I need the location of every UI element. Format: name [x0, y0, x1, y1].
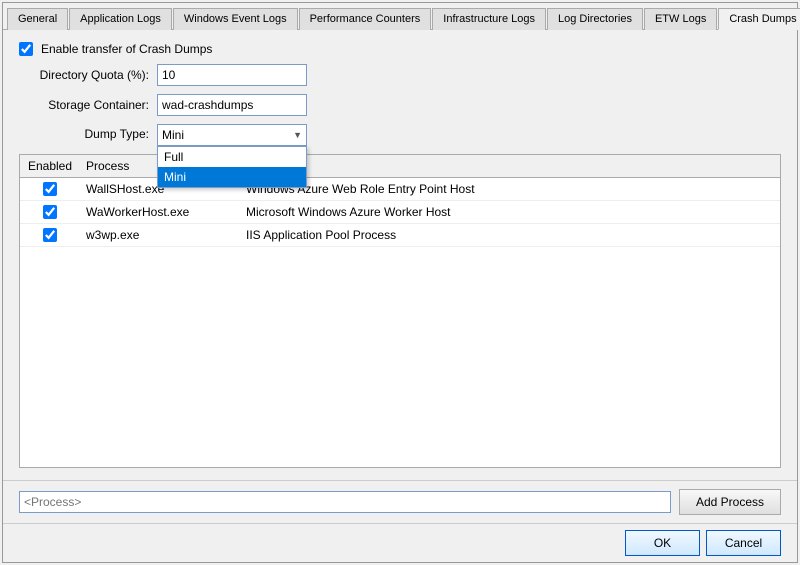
ok-button[interactable]: OK: [625, 530, 700, 556]
storage-container-row: Storage Container:: [19, 94, 781, 116]
row2-name-cell: Microsoft Windows Azure Worker Host: [240, 203, 780, 221]
tab-windows-event-logs[interactable]: Windows Event Logs: [173, 8, 298, 30]
table-row: w3wp.exe IIS Application Pool Process: [20, 224, 780, 247]
col-header-name: Name: [240, 157, 780, 175]
table-row: WallSHost.exe Windows Azure Web Role Ent…: [20, 178, 780, 201]
storage-container-label: Storage Container:: [19, 98, 149, 112]
table-header: Enabled Process Name: [20, 155, 780, 178]
row1-enabled-checkbox[interactable]: [43, 182, 57, 196]
add-process-button[interactable]: Add Process: [679, 489, 781, 515]
enable-label: Enable transfer of Crash Dumps: [41, 42, 212, 56]
cancel-button[interactable]: Cancel: [706, 530, 781, 556]
directory-quota-input[interactable]: [157, 64, 307, 86]
dialog: General Application Logs Windows Event L…: [2, 2, 798, 563]
footer: OK Cancel: [3, 523, 797, 562]
content-panel: Enable transfer of Crash Dumps Directory…: [3, 30, 797, 480]
tab-bar: General Application Logs Windows Event L…: [3, 3, 797, 30]
row3-name-cell: IIS Application Pool Process: [240, 226, 780, 244]
dump-type-select-wrapper: Mini ▼ Full Mini: [157, 124, 307, 146]
enable-row: Enable transfer of Crash Dumps: [19, 42, 781, 56]
process-input[interactable]: [19, 491, 671, 513]
row1-name-cell: Windows Azure Web Role Entry Point Host: [240, 180, 780, 198]
dump-type-dropdown: Full Mini: [157, 146, 307, 188]
row2-process-cell: WaWorkerHost.exe: [80, 203, 240, 221]
table-row: WaWorkerHost.exe Microsoft Windows Azure…: [20, 201, 780, 224]
tab-general[interactable]: General: [7, 8, 68, 30]
tab-performance-counters[interactable]: Performance Counters: [299, 8, 432, 30]
table-body: WallSHost.exe Windows Azure Web Role Ent…: [20, 178, 780, 467]
dropdown-item-mini[interactable]: Mini: [158, 167, 306, 187]
process-table: Enabled Process Name WallSHost.exe Windo…: [19, 154, 781, 468]
directory-quota-row: Directory Quota (%):: [19, 64, 781, 86]
bottom-bar: Add Process: [3, 480, 797, 523]
row2-enabled-checkbox[interactable]: [43, 205, 57, 219]
tab-log-directories[interactable]: Log Directories: [547, 8, 643, 30]
tab-crash-dumps[interactable]: Crash Dumps: [718, 8, 800, 30]
chevron-down-icon: ▼: [293, 130, 302, 140]
tab-etw-logs[interactable]: ETW Logs: [644, 8, 717, 30]
row1-enabled-cell: [20, 180, 80, 198]
dropdown-item-full[interactable]: Full: [158, 147, 306, 167]
dump-type-select[interactable]: Mini ▼: [157, 124, 307, 146]
row3-process-cell: w3wp.exe: [80, 226, 240, 244]
directory-quota-label: Directory Quota (%):: [19, 68, 149, 82]
dump-type-row: Dump Type: Mini ▼ Full Mini: [19, 124, 781, 146]
col-header-enabled: Enabled: [20, 157, 80, 175]
dump-type-selected-value: Mini: [162, 128, 184, 142]
row3-enabled-cell: [20, 226, 80, 244]
row2-enabled-cell: [20, 203, 80, 221]
storage-container-input[interactable]: [157, 94, 307, 116]
enable-checkbox[interactable]: [19, 42, 33, 56]
tab-infrastructure-logs[interactable]: Infrastructure Logs: [432, 8, 546, 30]
row3-enabled-checkbox[interactable]: [43, 228, 57, 242]
dump-type-label: Dump Type:: [19, 124, 149, 141]
tab-application-logs[interactable]: Application Logs: [69, 8, 172, 30]
